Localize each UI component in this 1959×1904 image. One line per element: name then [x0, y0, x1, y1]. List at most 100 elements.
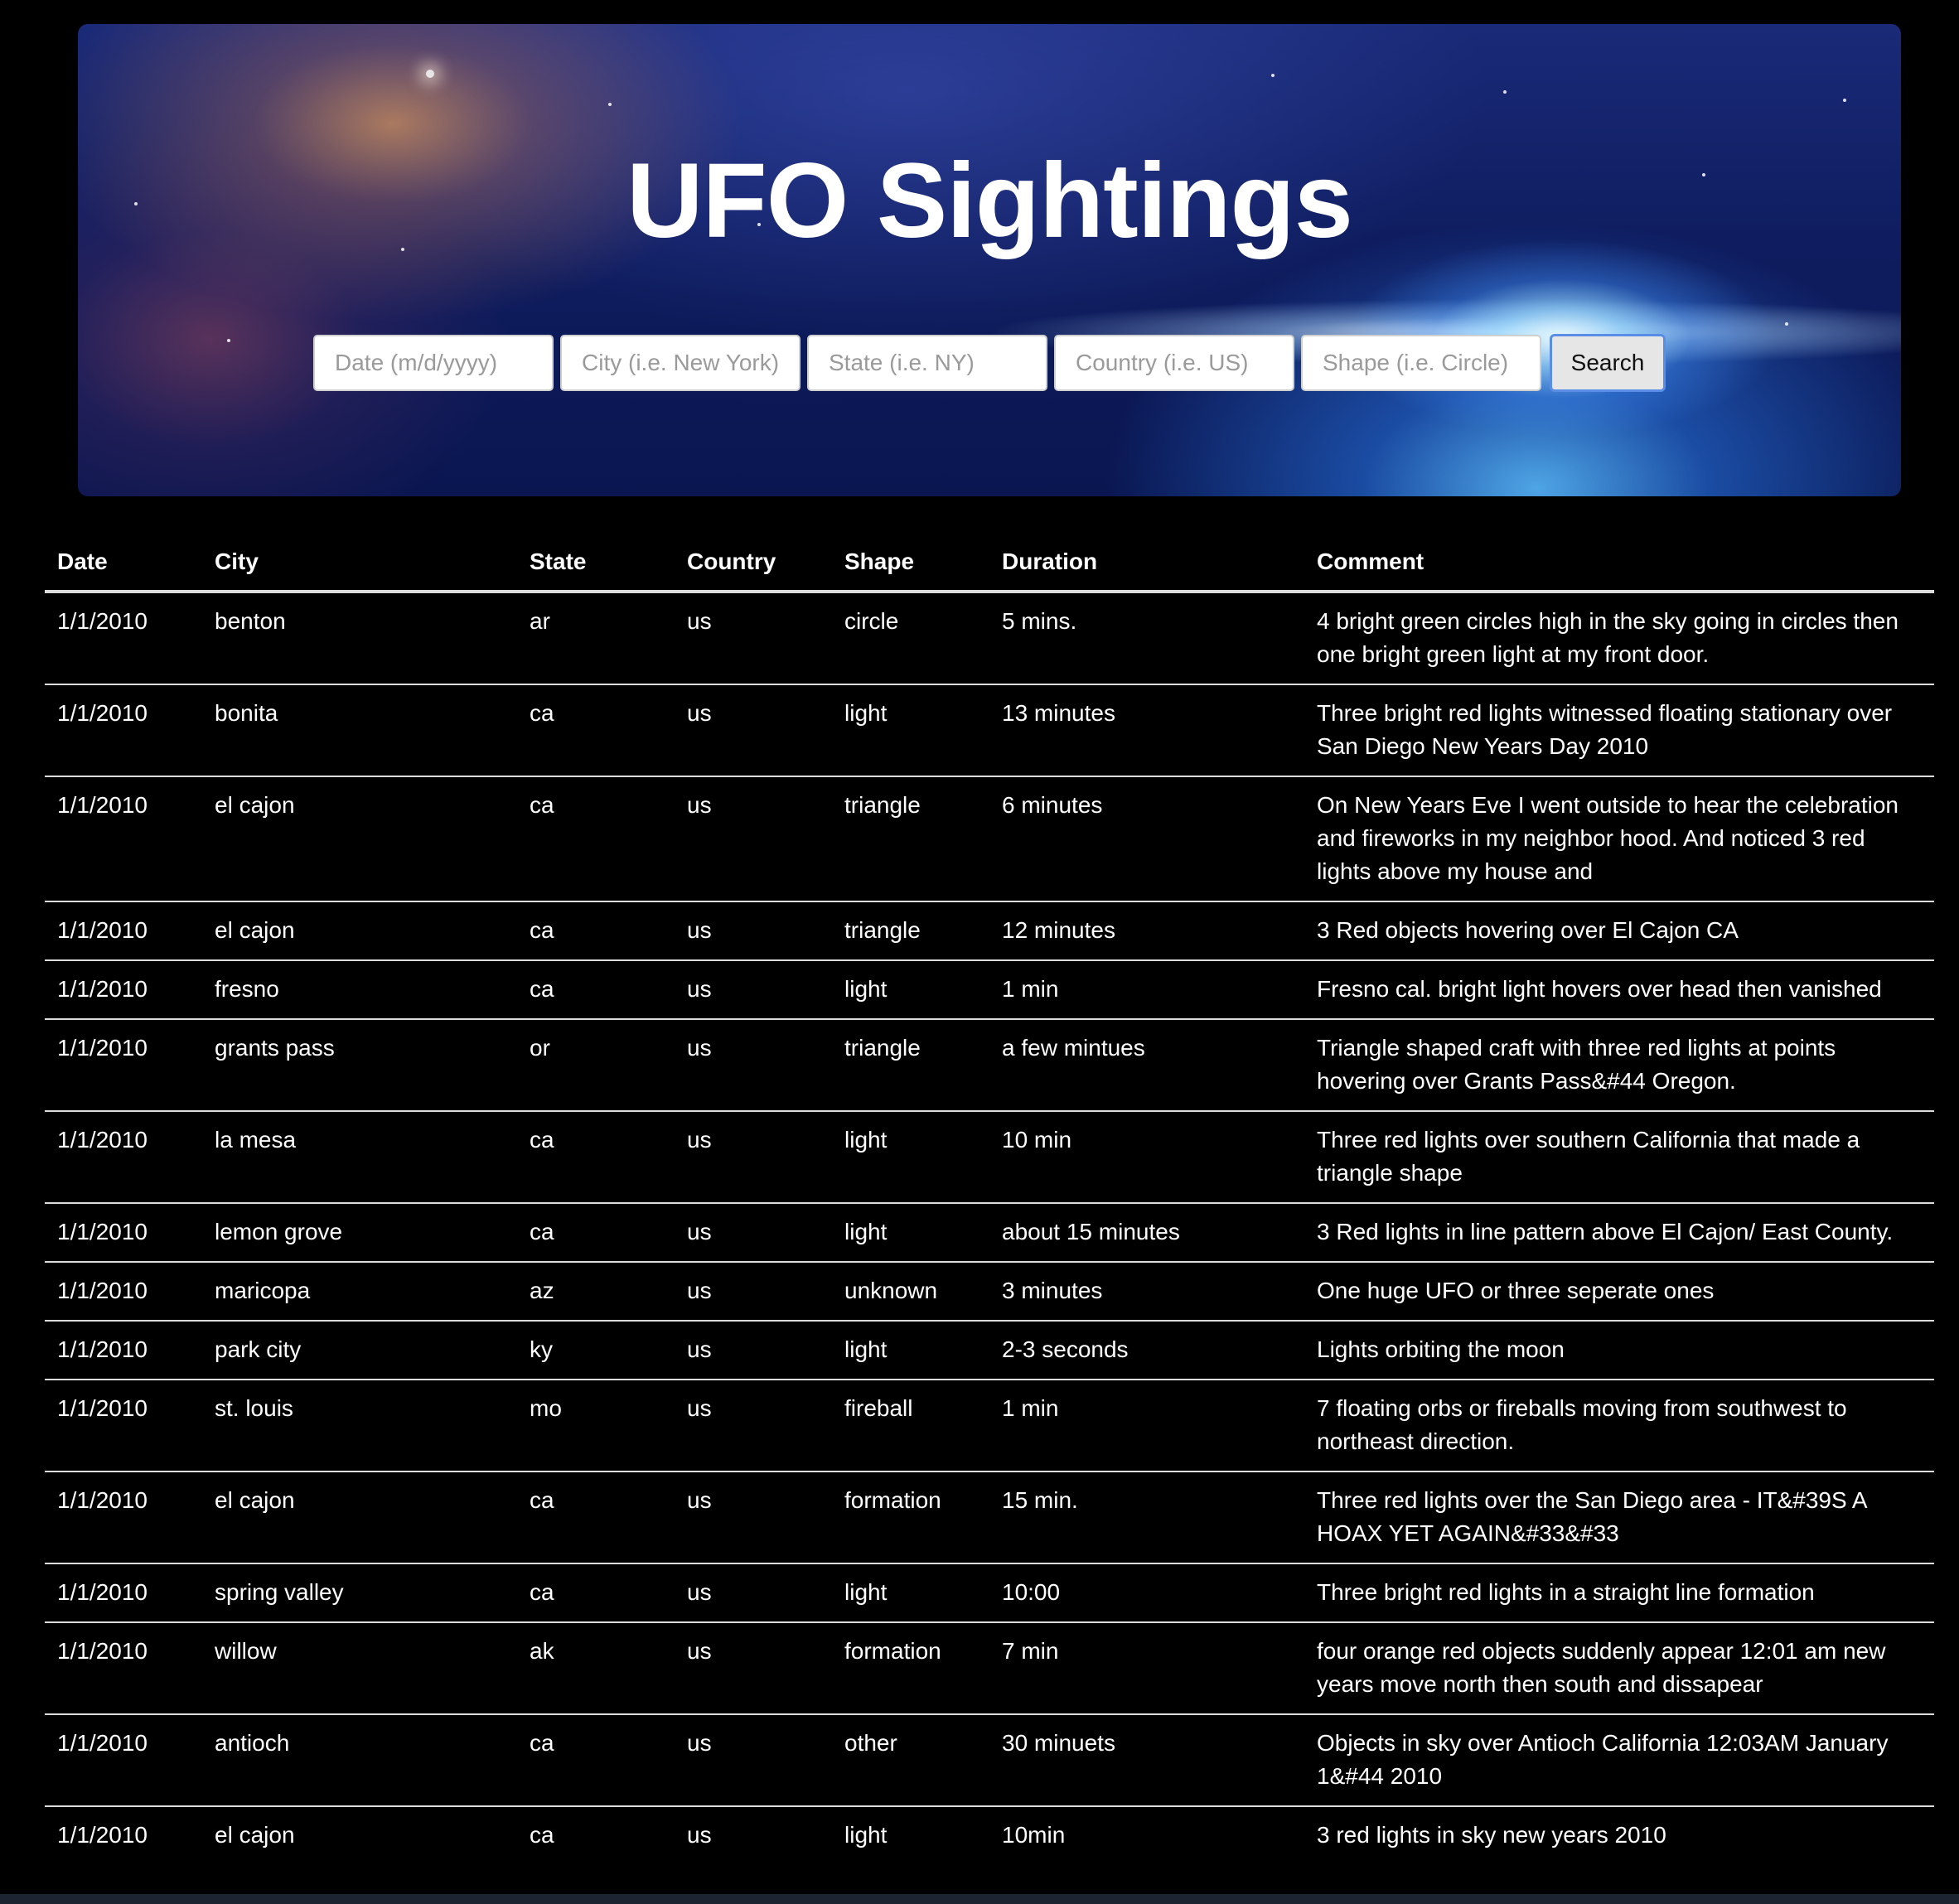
- cell-duration: 15 min.: [989, 1471, 1304, 1563]
- table-row: 1/1/2010 antioch ca us other 30 minuets Object…: [45, 1713, 1934, 1806]
- cell-shape: light: [832, 1320, 989, 1380]
- table-row: 1/1/2010 bonita ca us light 13 minutes Three b…: [45, 684, 1934, 776]
- cell-duration: 10min: [989, 1805, 1304, 1864]
- cell-country: us: [675, 959, 832, 1019]
- cell-date: 1/1/2010: [45, 1805, 202, 1864]
- hero-banner: UFO Sightings Search: [78, 24, 1901, 496]
- table-row: 1/1/2010 grants pass or us triangle a few min…: [45, 1018, 1934, 1111]
- table-header: Date City State Country Shape Duration Comment: [45, 529, 1934, 593]
- shape-filter-input[interactable]: [1301, 335, 1541, 391]
- cell-state: ca: [517, 1202, 675, 1262]
- cell-shape: triangle: [832, 901, 989, 960]
- cell-city: maricopa: [202, 1261, 517, 1321]
- column-header-state: State: [517, 529, 675, 593]
- cell-date: 1/1/2010: [45, 1471, 202, 1563]
- cell-country: us: [675, 1805, 832, 1864]
- cell-date: 1/1/2010: [45, 1110, 202, 1203]
- table-row: 1/1/2010 el cajon ca us light 10min 3 red ligh…: [45, 1805, 1934, 1864]
- star-decoration: [1271, 74, 1275, 77]
- cell-comment: Objects in sky over Antioch California 1…: [1304, 1713, 1934, 1806]
- cell-city: benton: [215, 608, 286, 634]
- cell-date: 1/1/2010: [57, 608, 148, 634]
- page-title: UFO Sightings: [626, 142, 1353, 260]
- search-button[interactable]: Search: [1550, 334, 1666, 392]
- cell-duration: 1 min: [989, 1379, 1304, 1471]
- cell-comment: four orange red objects suddenly appear …: [1304, 1621, 1934, 1714]
- cell-country: us: [675, 1261, 832, 1321]
- cell-state: ar: [530, 608, 550, 634]
- cell-duration: 10 min: [989, 1110, 1304, 1203]
- cell-duration: 2-3 seconds: [989, 1320, 1304, 1380]
- star-decoration: [1503, 90, 1507, 94]
- cell-state: ca: [517, 1805, 675, 1864]
- cell-comment: Lights orbiting the moon: [1304, 1320, 1934, 1380]
- cell-state: ak: [517, 1621, 675, 1714]
- cell-country: us: [675, 1320, 832, 1380]
- cell-comment: Three red lights over the San Diego area…: [1304, 1471, 1934, 1563]
- column-header-date: Date: [45, 529, 202, 593]
- cell-comment: Fresno cal. bright light hovers over hea…: [1304, 959, 1934, 1019]
- cell-city: st. louis: [202, 1379, 517, 1471]
- cell-duration: 10:00: [989, 1563, 1304, 1622]
- state-filter-input[interactable]: [807, 335, 1047, 391]
- cell-duration: 7 min: [989, 1621, 1304, 1714]
- cell-country: us: [675, 1563, 832, 1622]
- cell-city: spring valley: [202, 1563, 517, 1622]
- cell-shape: unknown: [832, 1261, 989, 1321]
- cell-country: us: [675, 1110, 832, 1203]
- city-filter-input[interactable]: [560, 335, 801, 391]
- cell-city: el cajon: [202, 901, 517, 960]
- cell-shape: light: [832, 1202, 989, 1262]
- table-row: 1/1/2010 el cajon ca us triangle 12 minutes 3 …: [45, 901, 1934, 960]
- cell-country: us: [675, 1471, 832, 1563]
- table-row: 1/1/2010 willow ak us formation 7 min four ora…: [45, 1621, 1934, 1714]
- cell-city: grants pass: [202, 1018, 517, 1111]
- cell-duration: 12 minutes: [989, 901, 1304, 960]
- cell-country: us: [675, 1202, 832, 1262]
- cell-comment: 3 red lights in sky new years 2010: [1304, 1805, 1934, 1864]
- header-row: Date City State Country Shape Duration Comment: [45, 529, 1934, 593]
- cell-city: la mesa: [202, 1110, 517, 1203]
- cell-duration: 6 minutes: [989, 776, 1304, 901]
- cell-shape: other: [832, 1713, 989, 1806]
- date-filter-input[interactable]: [313, 335, 554, 391]
- table-row: 1/1/2010 spring valley ca us light 10:00 Three…: [45, 1563, 1934, 1622]
- cell-city: park city: [202, 1320, 517, 1380]
- column-header-duration: Duration: [989, 529, 1304, 593]
- cell-shape: formation: [832, 1621, 989, 1714]
- cell-shape: light: [832, 684, 989, 776]
- cell-date: 1/1/2010: [45, 1018, 202, 1111]
- cell-date: 1/1/2010: [45, 959, 202, 1019]
- cell-state: az: [517, 1261, 675, 1321]
- cell-date: 1/1/2010: [45, 1379, 202, 1471]
- cell-comment: Three bright red lights witnessed floati…: [1304, 684, 1934, 776]
- cell-duration: 1 min: [989, 959, 1304, 1019]
- cell-comment: Three bright red lights in a straight li…: [1304, 1563, 1934, 1622]
- cell-duration: 13 minutes: [989, 684, 1304, 776]
- country-filter-input[interactable]: [1054, 335, 1294, 391]
- cell-duration: 3 minutes: [989, 1261, 1304, 1321]
- table-row: 1/1/2010 el cajon ca us formation 15 min. Thre…: [45, 1471, 1934, 1563]
- table-body: 1/1/2010 benton ar us circle 5 mins. 4 bright …: [45, 592, 1934, 1864]
- cell-shape: light: [832, 1110, 989, 1203]
- cell-state: or: [517, 1018, 675, 1111]
- table-row: 1/1/2010 maricopa az us unknown 3 minutes One …: [45, 1261, 1934, 1321]
- cell-country: us: [675, 776, 832, 901]
- cell-date: 1/1/2010: [45, 1563, 202, 1622]
- cell-date: 1/1/2010: [45, 1621, 202, 1714]
- cell-date: 1/1/2010: [45, 1320, 202, 1380]
- bottom-edge-strip: [0, 1894, 1959, 1904]
- cell-country: us: [675, 901, 832, 960]
- page: UFO Sightings Search DateCityStateCountr…: [0, 0, 1959, 1904]
- cell-comment: 4 bright green circles high in the sky g…: [1317, 608, 1899, 667]
- cell-comment: Three red lights over southern Californi…: [1304, 1110, 1934, 1203]
- table-row: 1/1/2010 fresno ca us light 1 min Fresno cal. …: [45, 959, 1934, 1019]
- column-header-city: City: [202, 529, 517, 593]
- table-row: 1/1/2010 el cajon ca us triangle 6 minutes On …: [45, 776, 1934, 901]
- cell-comment: One huge UFO or three seperate ones: [1304, 1261, 1934, 1321]
- cell-date: 1/1/2010: [45, 776, 202, 901]
- table-row: 1/1/2010 benton ar us circle 5 mins. 4 bright …: [45, 592, 1934, 684]
- cell-city: willow: [202, 1621, 517, 1714]
- cell-city: fresno: [202, 959, 517, 1019]
- cell-shape: light: [832, 1805, 989, 1864]
